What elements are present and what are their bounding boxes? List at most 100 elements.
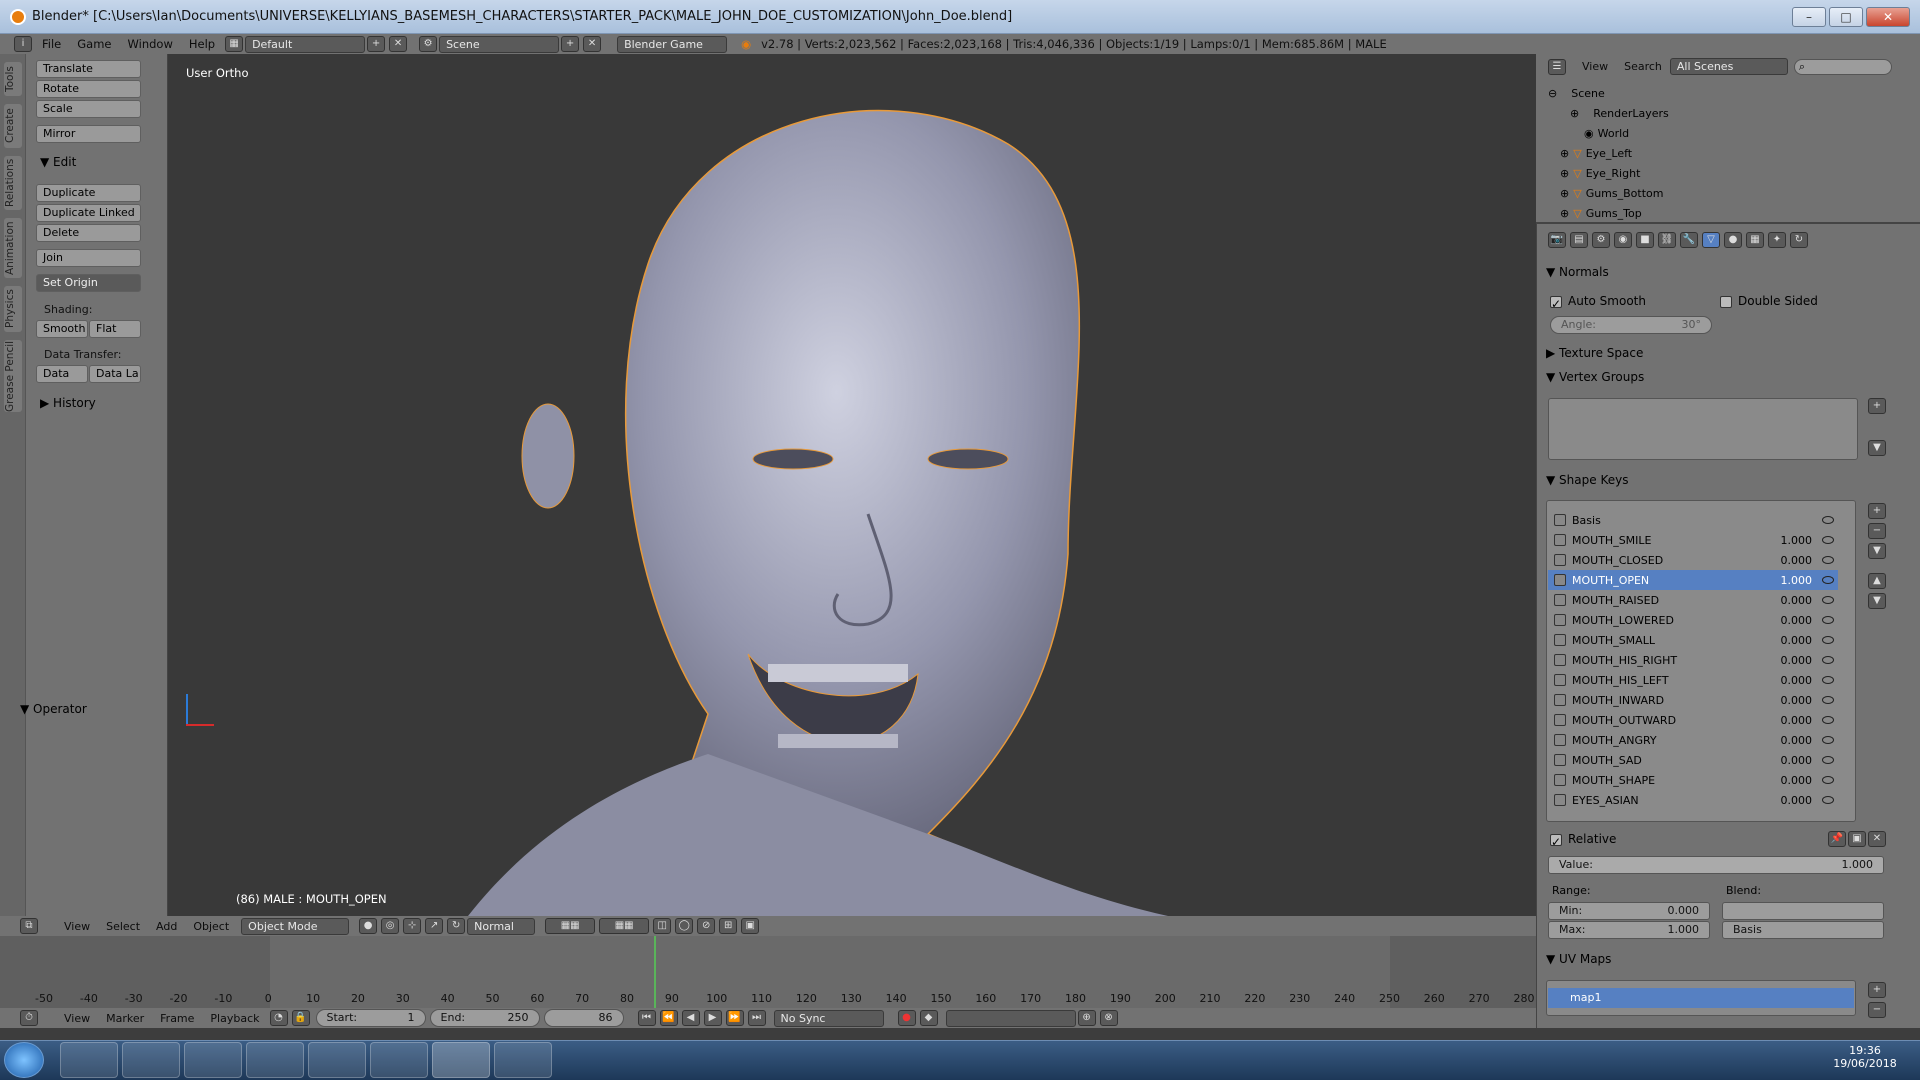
head-model[interactable] — [168, 54, 1536, 916]
range-min-field[interactable]: Min: 0.000 — [1548, 902, 1710, 920]
keying-set-dropdown[interactable] — [945, 1009, 1076, 1027]
screen-layout-icon[interactable]: ▦ — [225, 36, 244, 52]
internet-explorer-icon[interactable] — [60, 1042, 118, 1078]
shape-key-row[interactable]: MOUTH_LOWERED 0.000 — [1548, 610, 1838, 630]
outliner-item-scene[interactable]: ⊖ Scene — [1548, 84, 1605, 104]
uv-map-item[interactable]: map1 — [1548, 988, 1854, 1008]
shape-key-menu-icon[interactable]: ▼ — [1868, 543, 1886, 559]
rotate-button[interactable]: Rotate — [36, 80, 141, 98]
tab-relations[interactable]: Relations — [4, 156, 22, 210]
shape-key-value[interactable]: 0.000 — [1767, 774, 1813, 787]
scene-tab-icon[interactable]: ⚙ — [1592, 232, 1610, 248]
modifiers-tab-icon[interactable]: 🔧 — [1680, 232, 1698, 248]
clock[interactable]: 19:36 19/06/2018 — [1820, 1044, 1910, 1070]
shape-keys-panel-header[interactable]: ▼ Shape Keys — [1546, 473, 1628, 487]
eye-icon[interactable] — [1822, 656, 1834, 664]
info-editor-icon[interactable]: i — [14, 36, 32, 52]
render-tab-icon[interactable]: 📷 — [1548, 232, 1566, 248]
move-shape-key-up-icon[interactable]: ▲ — [1868, 573, 1886, 589]
tab-grease-pencil[interactable]: Grease Pencil — [4, 340, 22, 412]
shape-key-value[interactable]: 0.000 — [1767, 734, 1813, 747]
tab-physics[interactable]: Physics — [4, 286, 22, 332]
eye-icon[interactable] — [1822, 776, 1834, 784]
play-icon[interactable]: ▶ — [703, 1010, 722, 1026]
snap-icon[interactable]: ⊘ — [697, 918, 716, 934]
maximize-button[interactable]: □ — [1829, 7, 1863, 27]
tiled-app-icon[interactable] — [308, 1042, 366, 1078]
scale-button[interactable]: Scale — [36, 100, 141, 118]
shape-key-value[interactable]: 0.000 — [1767, 754, 1813, 767]
tab-animation[interactable]: Animation — [4, 218, 22, 278]
shape-key-row[interactable]: MOUTH_INWARD 0.000 — [1548, 690, 1838, 710]
mirror-button[interactable]: Mirror — [36, 125, 141, 143]
layers-icon[interactable]: ▦▦ — [545, 918, 596, 934]
scene-dropdown[interactable]: Scene — [439, 35, 560, 53]
remove-scene-icon[interactable]: ✕ — [583, 36, 602, 52]
shape-key-row[interactable]: MOUTH_SAD 0.000 — [1548, 750, 1838, 770]
eye-icon[interactable] — [1822, 696, 1834, 704]
3d-viewport[interactable]: User Ortho (86) MALE : MOUTH_OPEN — [168, 54, 1536, 916]
layout-dropdown[interactable]: Default — [245, 35, 366, 53]
outliner-item-world[interactable]: ◉ World — [1584, 124, 1629, 144]
shape-key-row[interactable]: MOUTH_RAISED 0.000 — [1548, 590, 1838, 610]
shape-key-value[interactable]: 0.000 — [1767, 634, 1813, 647]
shape-key-row[interactable]: MOUTH_SMALL 0.000 — [1548, 630, 1838, 650]
menu-add[interactable]: Add — [148, 920, 185, 933]
duplicate-linked-button[interactable]: Duplicate Linked — [36, 204, 141, 222]
data-tab-icon[interactable]: ▽ — [1702, 232, 1720, 248]
outliner-scenes-dropdown[interactable]: All Scenes — [1669, 58, 1788, 75]
edit-panel-header[interactable]: ▼ Edit — [40, 155, 76, 169]
translate-button[interactable]: Translate — [36, 60, 141, 78]
start-button[interactable] — [4, 1042, 44, 1078]
shape-key-row[interactable]: MOUTH_OPEN 1.000 — [1548, 570, 1838, 590]
add-shape-key-icon[interactable]: + — [1868, 503, 1886, 519]
blender-taskbar-icon[interactable] — [432, 1042, 490, 1078]
record-icon[interactable]: ● — [897, 1010, 916, 1026]
remove-shape-key-icon[interactable]: − — [1868, 523, 1886, 539]
outliner-editor-icon[interactable]: ☰ — [1548, 58, 1566, 75]
smooth-button[interactable]: Smooth — [36, 320, 88, 338]
shape-key-value[interactable]: 0.000 — [1767, 614, 1813, 627]
shape-key-row[interactable]: Basis — [1548, 510, 1838, 530]
join-button[interactable]: Join — [36, 249, 141, 267]
minimize-button[interactable]: – — [1792, 7, 1826, 27]
add-layout-icon[interactable]: + — [367, 36, 386, 52]
render-preview-icon[interactable]: ▣ — [741, 918, 760, 934]
tab-create[interactable]: Create — [4, 104, 22, 148]
menu-object[interactable]: Object — [185, 920, 237, 933]
shape-key-row[interactable]: EYES_ASIAN 0.000 — [1548, 790, 1838, 810]
shape-key-row[interactable]: MOUTH_HIS_LEFT 0.000 — [1548, 670, 1838, 690]
remove-uv-map-icon[interactable]: − — [1868, 1002, 1886, 1018]
vertex-groups-list[interactable] — [1548, 398, 1858, 460]
tab-tools[interactable]: Tools — [4, 62, 22, 96]
jump-keyframe-forward-icon[interactable]: ⏩ — [725, 1010, 744, 1026]
eye-icon[interactable] — [1822, 596, 1834, 604]
eye-icon[interactable] — [1822, 736, 1834, 744]
eye-icon[interactable] — [1822, 536, 1834, 544]
render-layers-tab-icon[interactable]: ▤ — [1570, 232, 1588, 248]
proportional-edit-icon[interactable]: ◯ — [675, 918, 694, 934]
add-vertex-group-icon[interactable]: + — [1868, 398, 1886, 414]
obs-icon[interactable] — [370, 1042, 428, 1078]
preview-range-icon[interactable]: ◔ — [269, 1010, 288, 1026]
engine-dropdown[interactable]: Blender Game — [617, 35, 728, 53]
vertex-group-menu-icon[interactable]: ▼ — [1868, 440, 1886, 456]
world-tab-icon[interactable]: ◉ — [1614, 232, 1632, 248]
timeline-editor-icon[interactable]: ⏱ — [20, 1010, 38, 1026]
menu-view[interactable]: View — [56, 920, 98, 933]
set-origin-dropdown[interactable]: Set Origin — [36, 274, 141, 292]
layers-icon-2[interactable]: ▦▦ — [599, 918, 650, 934]
range-max-field[interactable]: Max: 1.000 — [1548, 921, 1710, 939]
history-panel-header[interactable]: ▶ History — [40, 396, 96, 410]
clear-icon[interactable]: ✕ — [1868, 831, 1886, 847]
menu-help[interactable]: Help — [181, 37, 223, 51]
scene-icon[interactable]: ⚙ — [419, 36, 438, 52]
shape-key-row[interactable]: MOUTH_HIS_RIGHT 0.000 — [1548, 650, 1838, 670]
outliner-item-eye-right[interactable]: ⊕ ▽ Eye_Right — [1560, 164, 1640, 184]
outliner-search-menu[interactable]: Search — [1616, 60, 1670, 73]
double-sided-checkbox[interactable]: Double Sided — [1720, 294, 1818, 308]
timeline[interactable]: -50 -40 -30 -20 -10 0 10 20 30 40 50 60 70 80 90 100 110… — [0, 936, 1536, 1016]
shape-key-row[interactable]: MOUTH_SMILE 1.000 — [1548, 530, 1838, 550]
close-button[interactable]: ✕ — [1866, 7, 1910, 27]
lock-range-icon[interactable]: 🔒 — [291, 1010, 310, 1026]
